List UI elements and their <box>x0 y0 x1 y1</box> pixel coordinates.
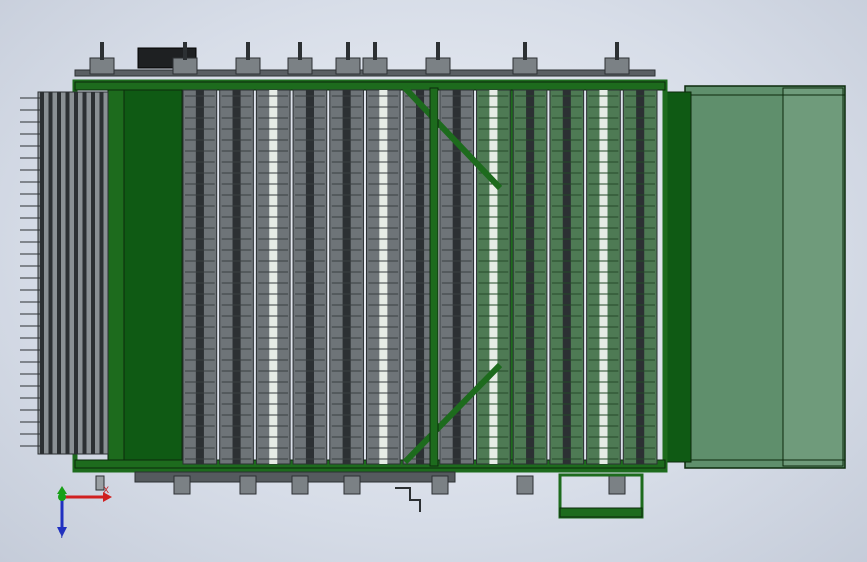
pulley-axle <box>346 42 350 60</box>
pulley[interactable] <box>425 57 451 75</box>
pulley-axle <box>298 42 302 60</box>
bracket-base <box>559 507 643 518</box>
pulley[interactable] <box>287 57 313 75</box>
pulley[interactable] <box>512 57 538 75</box>
feed-panel[interactable] <box>121 85 183 467</box>
cad-viewport[interactable]: X Y <box>0 0 867 562</box>
pulley-axle <box>615 42 619 60</box>
pulley[interactable] <box>172 57 198 75</box>
bottom-pulley[interactable] <box>608 475 626 495</box>
pulley[interactable] <box>235 57 261 75</box>
comb-bar <box>99 92 104 454</box>
rack-spine <box>195 90 204 464</box>
comb-bar <box>74 92 78 454</box>
pulley[interactable] <box>362 57 388 75</box>
bottom-pulley[interactable] <box>431 475 449 495</box>
comb-bar <box>57 92 61 454</box>
pulley[interactable] <box>335 57 361 75</box>
rack-spine <box>526 90 535 464</box>
inner-upright <box>429 87 439 467</box>
axis-x-label: X <box>103 486 110 496</box>
bottom-pulley[interactable] <box>291 475 309 495</box>
comb-bar <box>65 92 70 454</box>
rack-spine <box>415 90 425 464</box>
pulley[interactable] <box>604 57 630 75</box>
left-comb-assembly[interactable] <box>20 91 109 455</box>
rack-spine <box>636 90 645 464</box>
rack-spine <box>269 90 278 464</box>
rack-spine <box>599 90 608 464</box>
discharge-tray[interactable] <box>662 85 846 469</box>
rack-spine <box>232 90 241 464</box>
axis-y-label: Y <box>59 531 65 541</box>
drive-shafts-top[interactable] <box>74 42 656 77</box>
rack-spine <box>562 90 571 464</box>
bottom-pulley[interactable] <box>516 475 534 495</box>
pulley-axle <box>436 42 440 60</box>
comb-bar <box>40 92 44 454</box>
bottom-pulley[interactable] <box>239 475 257 495</box>
bottom-pulley[interactable] <box>343 475 361 495</box>
top-rail[interactable] <box>74 81 666 91</box>
pulley-axle <box>373 42 377 60</box>
pulley-axle <box>246 42 250 60</box>
axis-z-arrow <box>57 486 67 494</box>
pulley-axle <box>100 42 104 60</box>
rack-spine <box>489 90 498 464</box>
pulley[interactable] <box>89 57 115 75</box>
left-side-rail[interactable] <box>107 83 125 469</box>
comb-bar <box>91 92 95 454</box>
rack-spine <box>379 90 388 464</box>
machine-assembly-top-view[interactable] <box>0 0 867 562</box>
comb-bar <box>82 92 87 454</box>
axis-origin <box>58 493 66 501</box>
pulley-axle <box>183 42 187 60</box>
tray-end-panel[interactable] <box>782 87 844 467</box>
pulley-axle <box>523 42 527 60</box>
drive-linkage-bottom[interactable] <box>95 471 644 519</box>
rack-spine <box>305 90 314 464</box>
comb-bar <box>48 92 53 454</box>
bottom-pulley[interactable] <box>173 475 191 495</box>
crank-handle[interactable] <box>395 487 421 512</box>
rack-spine <box>342 90 351 464</box>
tine-rack-array[interactable] <box>182 89 658 465</box>
